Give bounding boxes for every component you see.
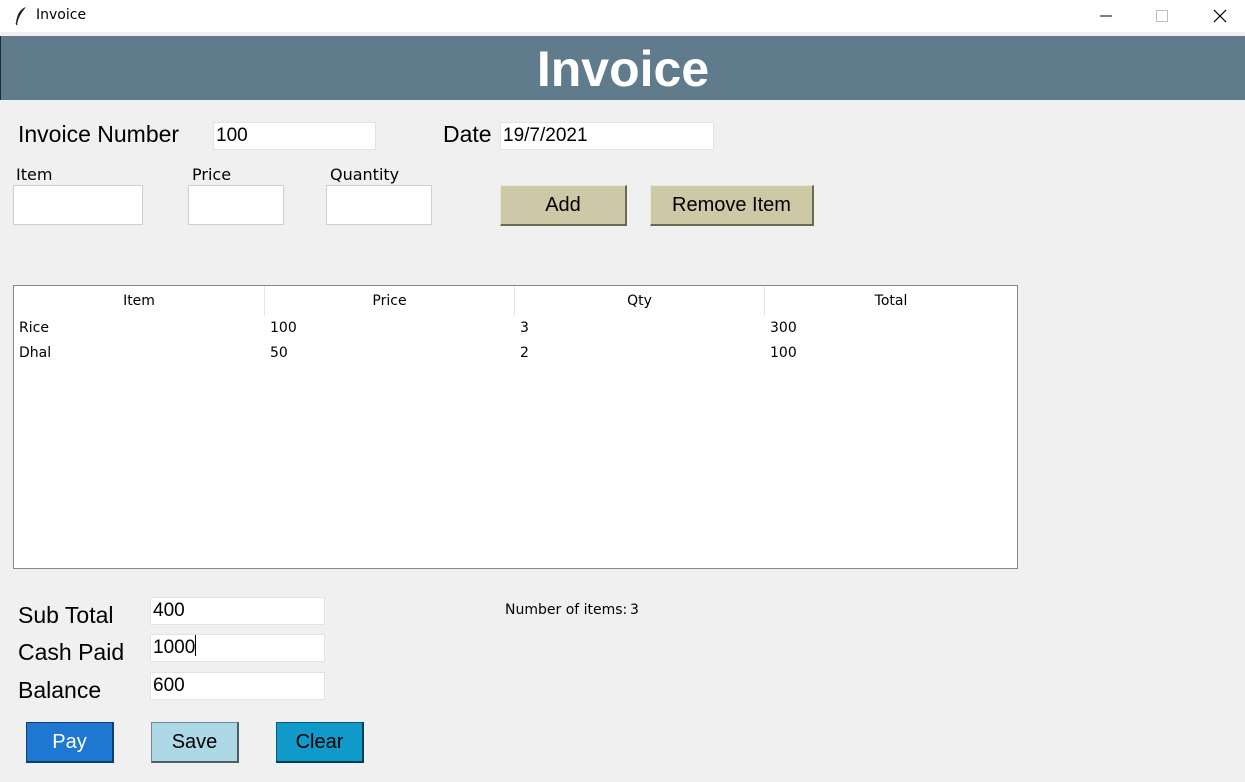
cell-item: Rice [19, 320, 49, 336]
table-row[interactable]: Dhal 50 2 100 [14, 341, 1017, 366]
items-table[interactable]: Item Price Qty Total Rice 100 3 300 Dhal… [13, 285, 1018, 569]
subtotal-field[interactable]: 400 [150, 597, 325, 625]
item-field[interactable] [13, 185, 143, 225]
add-button[interactable]: Add [500, 185, 627, 226]
cell-item: Dhal [19, 345, 52, 361]
column-header-item[interactable]: Item [14, 286, 265, 316]
header-banner: Invoice [0, 36, 1245, 100]
page-title: Invoice [536, 41, 710, 97]
date-field[interactable]: 19/7/2021 [500, 122, 714, 150]
column-header-total[interactable]: Total [765, 286, 1017, 316]
invoice-number-field[interactable]: 100 [213, 122, 376, 150]
text-cursor [195, 635, 197, 656]
window-titlebar[interactable]: Invoice [0, 0, 1245, 32]
close-icon [1213, 9, 1227, 23]
table-row[interactable]: Rice 100 3 300 [14, 316, 1017, 341]
items-count-label: Number of items: [505, 602, 628, 618]
invoice-number-label: Invoice Number [18, 121, 180, 147]
items-count-value: 3 [630, 602, 639, 618]
quantity-field[interactable] [326, 185, 432, 225]
table-header: Item Price Qty Total [14, 286, 1017, 316]
item-label: Item [16, 165, 53, 184]
balance-label: Balance [18, 677, 102, 703]
maximize-icon [1156, 10, 1168, 22]
cash-paid-field[interactable]: 1000 [150, 634, 325, 662]
minimize-button[interactable] [1077, 0, 1135, 32]
cell-qty: 3 [520, 320, 529, 336]
cash-paid-value: 1000 [153, 637, 196, 658]
cell-total: 100 [770, 345, 797, 361]
cell-price: 100 [270, 320, 297, 336]
balance-field[interactable]: 600 [150, 672, 325, 700]
quantity-label: Quantity [330, 165, 400, 184]
price-label: Price [192, 165, 232, 184]
close-button[interactable] [1191, 0, 1245, 32]
cash-paid-label: Cash Paid [18, 639, 125, 665]
minimize-icon [1100, 15, 1112, 17]
remove-item-button[interactable]: Remove Item [650, 185, 814, 226]
subtotal-label: Sub Total [18, 602, 114, 628]
price-field[interactable] [188, 185, 284, 225]
column-header-price[interactable]: Price [265, 286, 515, 316]
save-button[interactable]: Save [151, 722, 239, 763]
cell-price: 50 [270, 345, 288, 361]
column-header-qty[interactable]: Qty [515, 286, 765, 316]
cell-qty: 2 [520, 345, 529, 361]
cell-total: 300 [770, 320, 797, 336]
maximize-button[interactable] [1133, 0, 1191, 32]
pay-button[interactable]: Pay [26, 722, 114, 763]
feather-icon [14, 6, 28, 26]
date-label: Date [443, 121, 492, 147]
clear-button[interactable]: Clear [276, 722, 364, 763]
window-title: Invoice [36, 7, 87, 23]
